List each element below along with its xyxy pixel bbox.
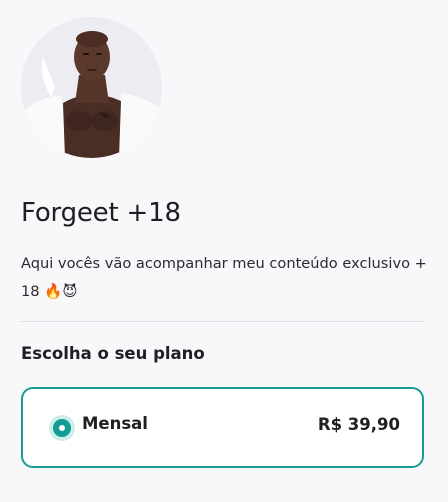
radio-inner bbox=[53, 419, 71, 437]
radio-dot bbox=[59, 425, 65, 431]
profile-bio: Aqui vocês vão acompanhar meu conteúdo e… bbox=[21, 255, 427, 300]
plan-price: R$ 39,90 bbox=[317, 415, 400, 434]
profile-photo bbox=[21, 17, 162, 158]
profile-avatar bbox=[21, 17, 162, 158]
radio-selected-icon[interactable] bbox=[49, 415, 75, 441]
profile-name: Forgeet +18 bbox=[21, 198, 181, 228]
plan-option-mensal[interactable]: Mensal R$ 39,90 bbox=[21, 387, 424, 468]
plans-heading: Escolha o seu plano bbox=[21, 344, 205, 363]
section-divider bbox=[21, 321, 424, 322]
plan-label: Mensal bbox=[82, 414, 148, 433]
